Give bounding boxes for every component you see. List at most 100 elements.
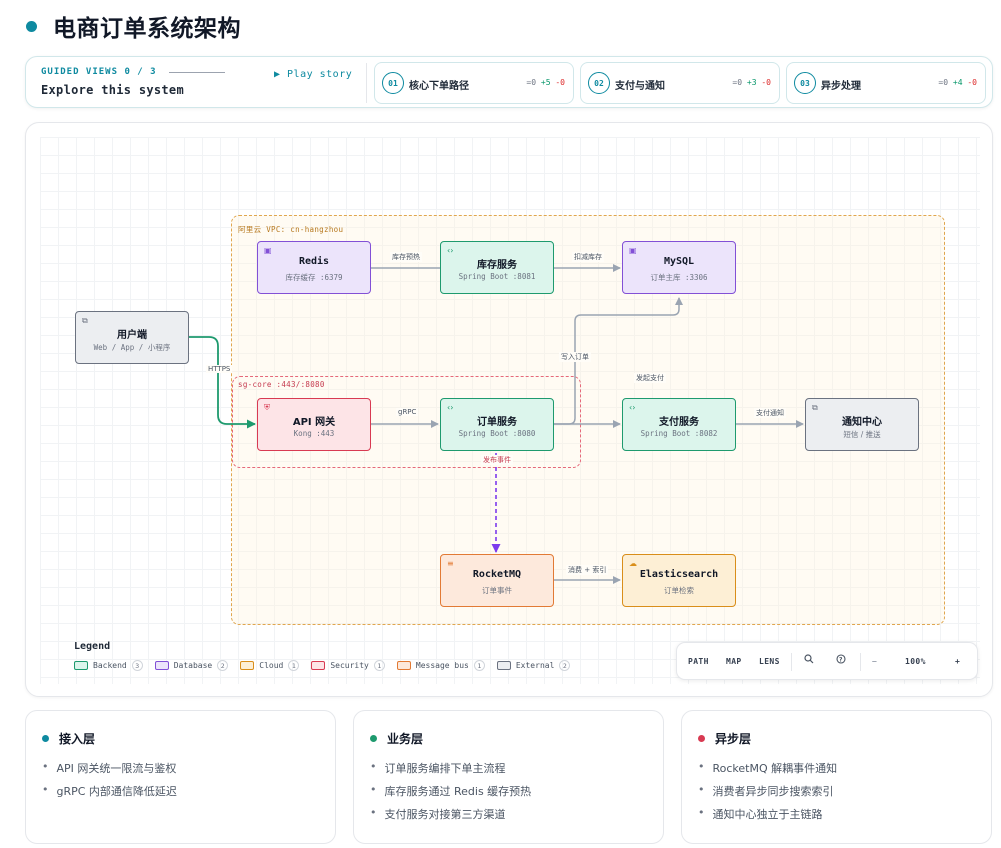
node-order-service[interactable]: ‹› 订单服务 Spring Boot :8080 bbox=[440, 398, 554, 451]
edge-label-client-gateway: HTTPS bbox=[206, 365, 233, 373]
database-icon: ▣ bbox=[264, 246, 272, 255]
diff-removed: -0 bbox=[967, 78, 977, 87]
legend-count: 1 bbox=[373, 660, 385, 671]
legend-item-database[interactable]: Database 2 bbox=[154, 660, 229, 671]
legend-item-message-bus[interactable]: Message bus 1 bbox=[396, 660, 485, 671]
guided-views-divider bbox=[366, 63, 367, 103]
list-item: 通知中心独立于主链路 bbox=[698, 806, 837, 829]
step-diff: =0 +5 -0 bbox=[526, 78, 565, 87]
shield-icon: ⛨ bbox=[264, 403, 270, 412]
diff-unchanged: =0 bbox=[938, 78, 949, 87]
step-diff: =0 +3 -0 bbox=[732, 78, 771, 87]
code-icon: ‹› bbox=[447, 403, 454, 412]
legend-item-cloud[interactable]: Cloud 1 bbox=[240, 660, 300, 671]
legend-count: 2 bbox=[217, 660, 229, 671]
card-dot-icon bbox=[42, 735, 49, 742]
legend: Legend Backend 3 Database 2 Cloud 1 Secu… bbox=[74, 641, 571, 671]
zoom-out-button[interactable]: − bbox=[872, 657, 877, 666]
card-list: API 网关统一限流与鉴权 gRPC 内部通信降低延迟 bbox=[42, 760, 177, 806]
legend-count: 3 bbox=[131, 660, 143, 671]
edge-label-inventory-mysql: 扣减库存 bbox=[572, 252, 604, 262]
legend-swatch bbox=[74, 661, 88, 670]
diff-unchanged: =0 bbox=[732, 78, 743, 87]
guided-views-bar: GUIDED VIEWS 0 / 3 Explore this system ▶… bbox=[25, 56, 993, 108]
diff-added: +3 bbox=[746, 78, 757, 87]
node-title: MySQL bbox=[663, 256, 695, 267]
node-title: 支付服务 bbox=[659, 417, 699, 428]
node-title: 库存服务 bbox=[477, 260, 517, 271]
diff-removed: -0 bbox=[761, 78, 771, 87]
node-notification-center[interactable]: ⧉ 通知中心 短信 / 推送 bbox=[805, 398, 919, 451]
guided-step-01[interactable]: 01 核心下单路径 =0 +5 -0 bbox=[374, 62, 574, 104]
canvas-toolbar: PATH MAP LENS ? − 100% + bbox=[676, 642, 978, 680]
node-subtitle: 短信 / 推送 bbox=[843, 430, 881, 439]
toolbar-divider bbox=[860, 653, 861, 671]
step-label: 异步处理 bbox=[821, 81, 861, 92]
node-subtitle: Spring Boot :8081 bbox=[458, 272, 536, 281]
legend-label: Security bbox=[330, 661, 369, 670]
node-inventory-service[interactable]: ‹› 库存服务 Spring Boot :8081 bbox=[440, 241, 554, 294]
database-icon: ▣ bbox=[629, 246, 637, 255]
map-button[interactable]: MAP bbox=[726, 657, 742, 666]
node-payment-service[interactable]: ‹› 支付服务 Spring Boot :8082 bbox=[622, 398, 736, 451]
card-title: 业务层 bbox=[387, 732, 424, 746]
legend-label: Message bus bbox=[415, 661, 469, 670]
node-rocketmq[interactable]: ≡ RocketMQ 订单事件 bbox=[440, 554, 554, 607]
list-item: 消费者异步同步搜索索引 bbox=[698, 783, 837, 806]
legend-count: 1 bbox=[288, 660, 300, 671]
edge-label-gateway-order: gRPC bbox=[396, 408, 419, 416]
legend-count: 2 bbox=[559, 660, 571, 671]
list-item: RocketMQ 解耦事件通知 bbox=[698, 760, 838, 783]
code-icon: ‹› bbox=[629, 403, 636, 412]
node-subtitle: 库存缓存 :6379 bbox=[285, 273, 343, 282]
zoom-in-button[interactable]: + bbox=[955, 657, 960, 666]
node-subtitle: 订单事件 bbox=[482, 586, 512, 595]
path-button[interactable]: PATH bbox=[688, 657, 709, 666]
edge-label-order-payment: 发起支付 bbox=[634, 373, 666, 383]
play-story-button[interactable]: ▶ Play story bbox=[274, 69, 352, 80]
list-item: 订单服务编排下单主流程 bbox=[370, 760, 531, 783]
card-dot-icon bbox=[370, 735, 377, 742]
card-list: 订单服务编排下单主流程 库存服务通过 Redis 缓存预热 支付服务对接第三方渠… bbox=[370, 760, 532, 829]
page-title: 电商订单系统架构 bbox=[53, 16, 241, 42]
step-number: 01 bbox=[382, 72, 404, 94]
step-label: 核心下单路径 bbox=[409, 81, 469, 92]
cloud-icon: ☁ bbox=[629, 559, 637, 568]
node-title: 用户端 bbox=[117, 330, 147, 341]
legend-item-backend[interactable]: Backend 3 bbox=[74, 660, 143, 671]
lens-button[interactable]: LENS bbox=[759, 657, 780, 666]
node-client[interactable]: ⧉ 用户端 Web / App / 小程序 bbox=[75, 311, 189, 364]
search-icon[interactable] bbox=[804, 654, 814, 666]
node-subtitle: Kong :443 bbox=[293, 429, 335, 438]
edge-label-inventory-redis: 库存预热 bbox=[390, 252, 422, 262]
list-item: API 网关统一限流与鉴权 bbox=[42, 760, 177, 783]
node-subtitle: Spring Boot :8082 bbox=[640, 429, 718, 438]
legend-item-security[interactable]: Security 1 bbox=[311, 660, 385, 671]
legend-swatch bbox=[311, 661, 326, 670]
node-title: 订单服务 bbox=[477, 417, 517, 428]
card-title: 接入层 bbox=[59, 732, 96, 746]
node-redis[interactable]: ▣ Redis 库存缓存 :6379 bbox=[257, 241, 371, 294]
diff-added: +5 bbox=[540, 78, 551, 87]
zoom-level: 100% bbox=[905, 657, 926, 666]
help-icon[interactable]: ? bbox=[836, 654, 846, 666]
layer-card-business: 业务层 订单服务编排下单主流程 库存服务通过 Redis 缓存预热 支付服务对接… bbox=[353, 710, 664, 844]
node-mysql[interactable]: ▣ MySQL 订单主库 :3306 bbox=[622, 241, 736, 294]
list-item: 支付服务对接第三方渠道 bbox=[370, 806, 531, 829]
node-api-gateway[interactable]: ⛨ API 网关 Kong :443 bbox=[257, 398, 371, 451]
node-elasticsearch[interactable]: ☁ Elasticsearch 订单检索 bbox=[622, 554, 736, 607]
title-dot-icon bbox=[26, 20, 37, 32]
guided-step-03[interactable]: 03 异步处理 =0 +4 -0 bbox=[786, 62, 986, 104]
card-title: 异步层 bbox=[715, 732, 752, 746]
card-header: 接入层 bbox=[42, 730, 95, 747]
legend-item-external[interactable]: External 2 bbox=[496, 660, 571, 671]
diagram-canvas[interactable]: 阿里云 VPC: cn-hangzhou sg-core :443/:8080 … bbox=[25, 122, 993, 697]
legend-label: Backend bbox=[93, 661, 127, 670]
step-diff: =0 +4 -0 bbox=[938, 78, 977, 87]
card-list: RocketMQ 解耦事件通知 消费者异步同步搜索索引 通知中心独立于主链路 bbox=[698, 760, 838, 829]
card-dot-icon bbox=[698, 735, 705, 742]
kicker-divider bbox=[168, 71, 225, 73]
legend-label: External bbox=[515, 661, 555, 670]
guided-step-02[interactable]: 02 支付与通知 =0 +3 -0 bbox=[580, 62, 780, 104]
node-subtitle: 订单主库 :3306 bbox=[650, 273, 708, 282]
